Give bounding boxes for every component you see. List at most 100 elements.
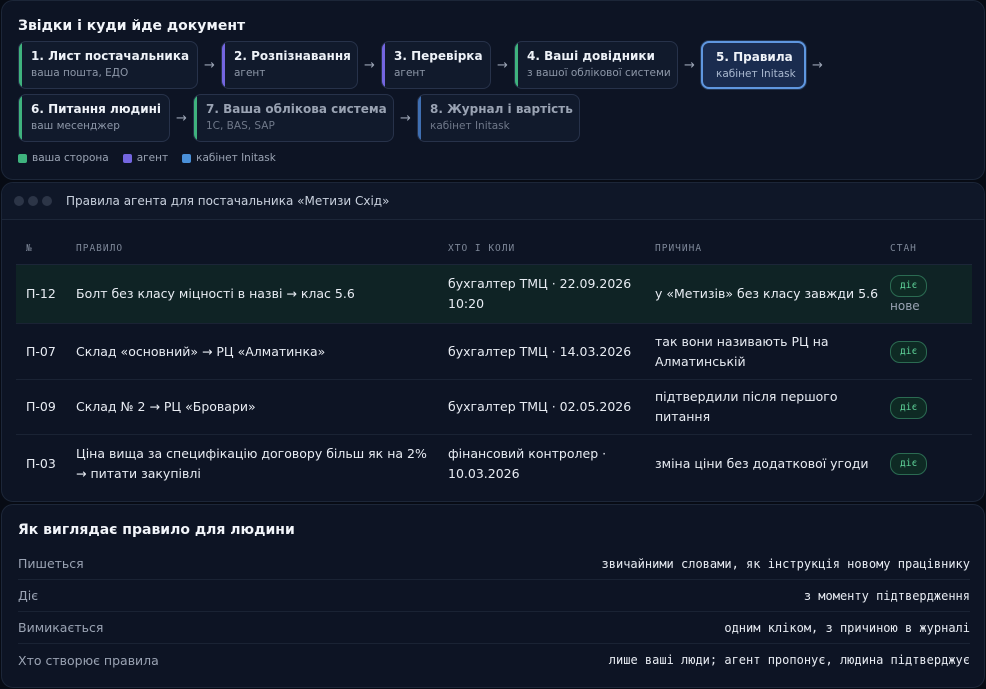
step-subtitle: кабінет Initask <box>716 68 796 80</box>
arrow-right-icon: → <box>812 57 823 73</box>
rule-reason: у «Метизів» без класу завжди 5.6 <box>655 286 879 301</box>
rules-table: № ПРАВИЛО ХТО І КОЛИ ПРИЧИНА СТАН П-12 Б… <box>16 233 972 492</box>
arrow-right-icon: → <box>400 110 411 126</box>
step-title: 4. Ваші довідники <box>527 49 655 63</box>
step-accounting-system[interactable]: 7. Ваша облікова система 1С, BAS, SAP <box>193 94 394 142</box>
rule-text: Болт без класу міцності в назві → клас 5… <box>76 286 355 301</box>
property-value: лише ваші люди; агент пропонує, людина п… <box>608 653 970 667</box>
column-header-rule[interactable]: ПРАВИЛО <box>66 243 448 254</box>
property-row: Хто створює правила лише ваші люди; аген… <box>18 644 970 676</box>
step-title: 7. Ваша облікова система <box>206 102 387 116</box>
rule-author: бухгалтер ТМЦ · 22.09.2026 10:20 <box>448 276 632 311</box>
rule-reason: так вони називають РЦ на Алматинській <box>655 333 829 369</box>
property-key: Вимикається <box>18 620 104 635</box>
property-row: Пишеться звичайними словами, як інструкц… <box>18 548 970 580</box>
step-title: 3. Перевірка <box>394 49 483 63</box>
rule-author: бухгалтер ТМЦ · 14.03.2026 <box>448 343 632 359</box>
status-badge: діє <box>890 453 928 475</box>
rule-text: Ціна вища за специфікацію договору більш… <box>76 445 427 481</box>
step-subtitle: ваша пошта, ЕДО <box>31 67 129 79</box>
property-value: звичайними словами, як інструкція новому… <box>601 556 970 571</box>
step-rules-active[interactable]: 5. Правила кабінет Initask <box>701 41 806 89</box>
table-row[interactable]: П-07 Склад «основний» → РЦ «Алматинка» б… <box>16 324 972 380</box>
rule-text: Склад № 2 → РЦ «Бровари» <box>76 399 256 414</box>
column-header-state[interactable]: СТАН <box>890 243 972 254</box>
rule-author: фінансовий контролер · 10.03.2026 <box>448 445 607 481</box>
document-flow-panel: Звідки і куди йде документ 1. Лист поста… <box>1 0 985 180</box>
property-key: Хто створює правила <box>18 652 159 668</box>
column-header-who[interactable]: ХТО І КОЛИ <box>448 243 655 254</box>
legend-label: кабінет Initask <box>196 152 276 164</box>
arrow-right-icon: → <box>204 57 215 73</box>
human-rule-panel: Як виглядає правило для людини Пишеться … <box>1 504 985 688</box>
step-title: 2. Розпізнавання <box>234 49 351 63</box>
property-value: одним кліком, з причиною в журналі <box>724 620 970 635</box>
step-title: 1. Лист постачальника <box>31 49 190 63</box>
table-row[interactable]: П-09 Склад № 2 → РЦ «Бровари» бухгалтер … <box>16 380 972 435</box>
flow-row-1: 1. Лист постачальника ваша пошта, ЕДО → … <box>18 41 829 89</box>
legend-label: ваша сторона <box>32 152 109 164</box>
status-badge: діє <box>890 396 928 419</box>
legend-item-cabinet: кабінет Initask <box>182 152 276 164</box>
step-title: 8. Журнал і вартість <box>430 102 573 116</box>
step-subtitle: 1С, BAS, SAP <box>206 120 275 132</box>
rule-state: діє <box>890 340 972 363</box>
rule-reason: зміна ціни без додаткової угоди <box>655 455 869 471</box>
step-subtitle: кабінет Initask <box>430 120 510 132</box>
status-badge: діє <box>890 275 928 297</box>
step-verification[interactable]: 3. Перевірка агент <box>381 41 491 89</box>
rule-id: П-09 <box>26 399 56 414</box>
property-key: Діє <box>18 588 39 603</box>
new-label: нове <box>890 299 920 313</box>
arrow-right-icon: → <box>176 110 187 126</box>
step-subtitle: агент <box>394 67 426 79</box>
rule-text: Склад «основний» → РЦ «Алматинка» <box>76 343 326 359</box>
arrow-right-icon: → <box>684 57 695 73</box>
property-key: Пишеться <box>18 556 84 571</box>
column-header-why[interactable]: ПРИЧИНА <box>655 243 890 254</box>
rule-reason: підтвердили після першого питання <box>655 389 838 424</box>
flow-title: Звідки і куди йде документ <box>18 18 246 34</box>
property-row: Діє з моменту підтвердження <box>18 580 970 612</box>
step-supplier-letter[interactable]: 1. Лист постачальника ваша пошта, ЕДО <box>18 41 198 89</box>
window-dot-icon <box>42 196 52 206</box>
window-dot-icon <box>28 196 38 206</box>
table-header: № ПРАВИЛО ХТО І КОЛИ ПРИЧИНА СТАН <box>16 233 972 265</box>
agent-rules-window: Правила агента для постачальника «Метизи… <box>1 182 985 502</box>
column-header-id[interactable]: № <box>16 243 66 254</box>
rule-state: діє нове <box>890 274 972 314</box>
arrow-right-icon: → <box>364 57 375 73</box>
step-recognition[interactable]: 2. Розпізнавання агент <box>221 41 358 89</box>
rule-state: діє <box>890 452 972 475</box>
legend-swatch-icon <box>182 153 192 163</box>
flow-legend: ваша сторона агент кабінет Initask <box>18 152 290 164</box>
property-value: з моменту підтвердження <box>803 588 970 603</box>
step-title: 6. Питання людині <box>31 102 162 116</box>
step-directories[interactable]: 4. Ваші довідники з вашої облікової сист… <box>514 41 678 89</box>
step-subtitle: з вашої облікової системи <box>527 67 671 79</box>
flow-row-2: 6. Питання людині ваш месенджер → 7. Ваш… <box>18 94 580 142</box>
legend-item-agent: агент <box>122 152 169 164</box>
legend-label: агент <box>136 152 169 164</box>
rule-id: П-12 <box>26 286 56 301</box>
table-row[interactable]: П-12 Болт без класу міцності в назві → к… <box>16 265 972 324</box>
step-subtitle: ваш месенджер <box>31 120 120 132</box>
window-dot-icon <box>14 196 24 206</box>
arrow-right-icon: → <box>497 57 508 73</box>
legend-swatch-icon <box>18 153 27 163</box>
property-row: Вимикається одним кліком, з причиною в ж… <box>18 612 970 644</box>
legend-swatch-icon <box>122 153 132 163</box>
window-title-bar: Правила агента для постачальника «Метизи… <box>2 183 984 220</box>
window-title: Правила агента для постачальника «Метизи… <box>66 194 390 208</box>
rule-id: П-07 <box>26 343 56 359</box>
step-journal-cost[interactable]: 8. Журнал і вартість кабінет Initask <box>417 94 580 142</box>
rule-author: бухгалтер ТМЦ · 02.05.2026 <box>448 399 632 414</box>
legend-item-client: ваша сторона <box>18 152 109 164</box>
status-badge: діє <box>890 341 928 363</box>
human-rule-properties: Пишеться звичайними словами, як інструкц… <box>18 548 970 676</box>
step-title: 5. Правила <box>716 50 793 64</box>
step-human-question[interactable]: 6. Питання людині ваш месенджер <box>18 94 170 142</box>
step-subtitle: агент <box>234 67 266 79</box>
table-row[interactable]: П-03 Ціна вища за специфікацію договору … <box>16 435 972 492</box>
human-rule-title: Як виглядає правило для людини <box>18 522 295 538</box>
